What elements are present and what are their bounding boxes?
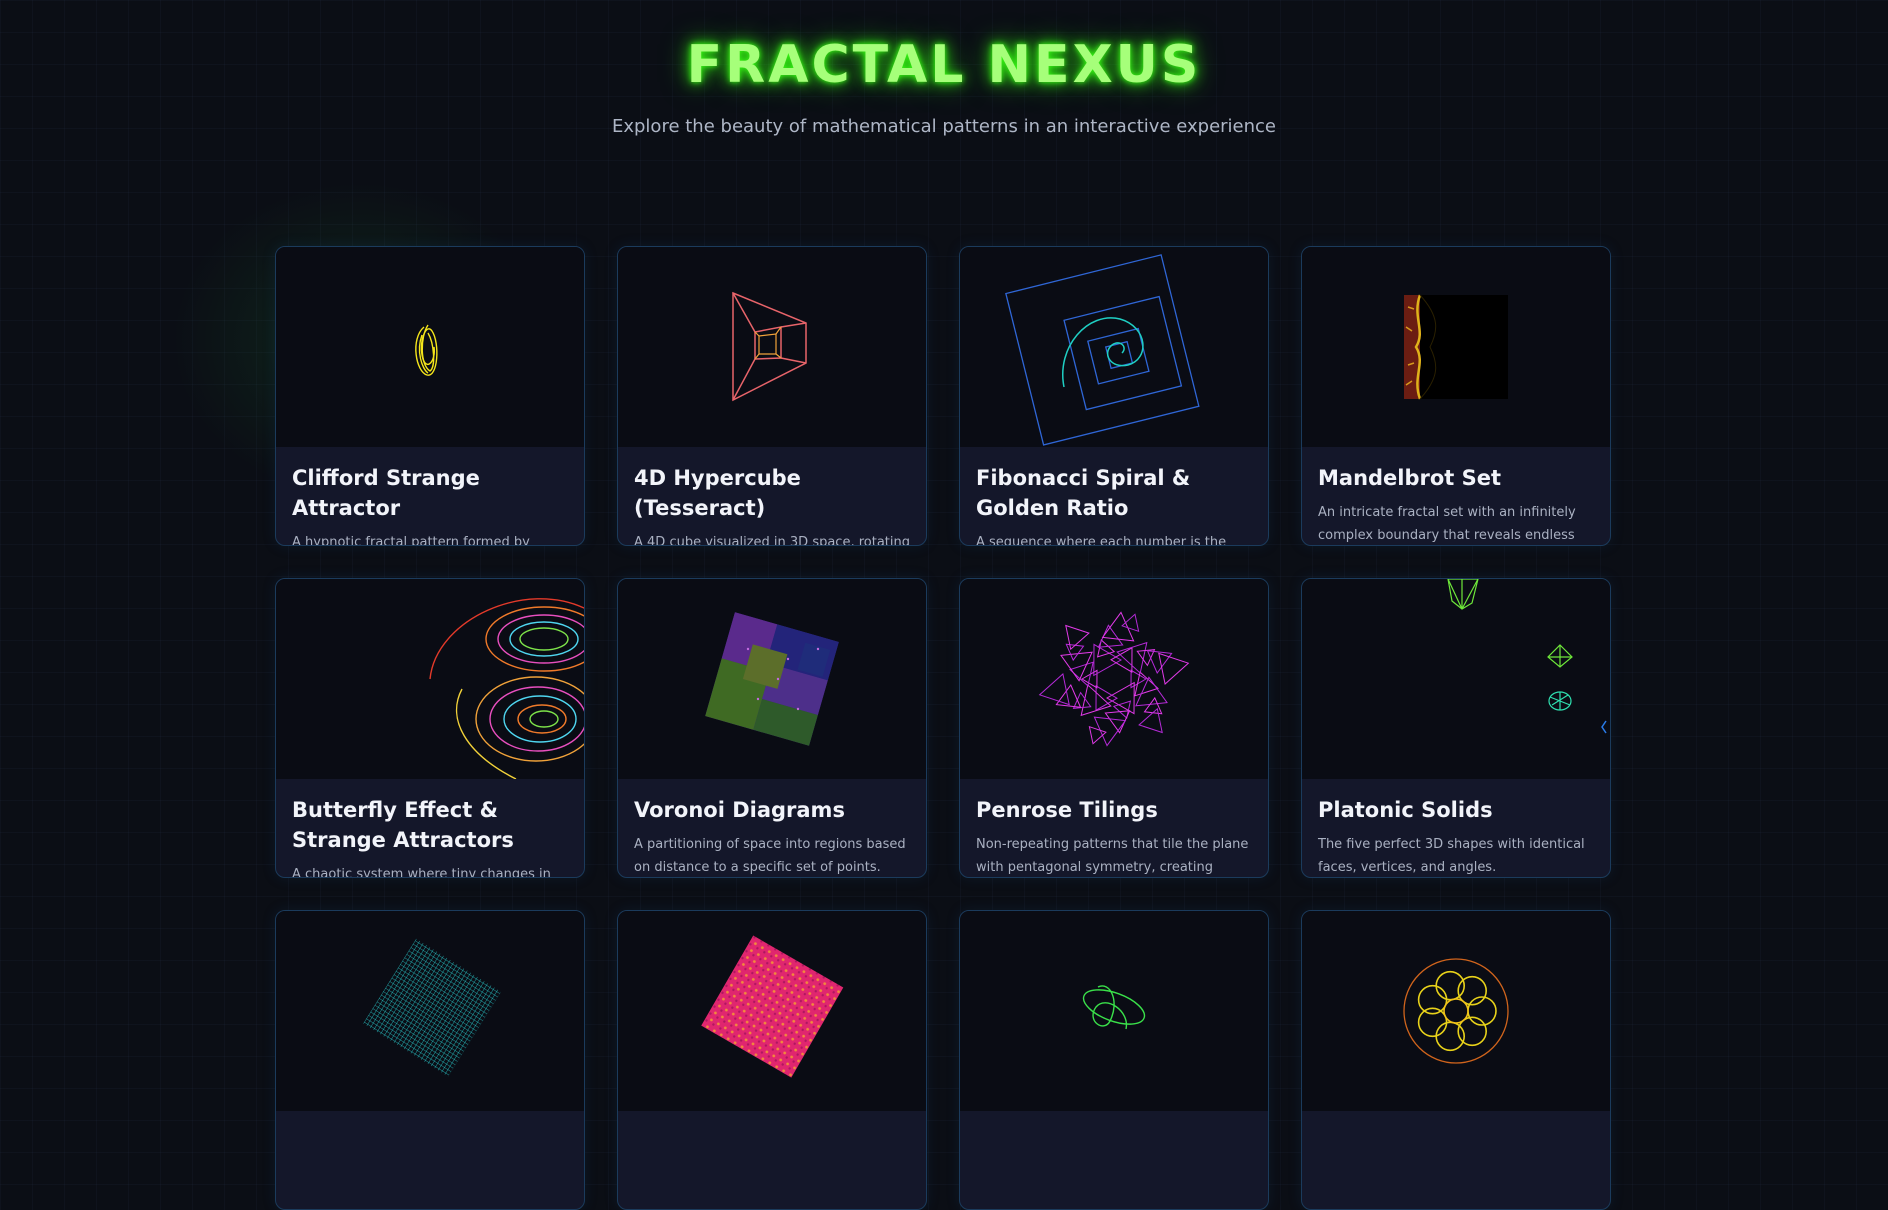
clifford-attractor-visual (276, 247, 584, 447)
card-tesseract[interactable]: 4D Hypercube (Tesseract) A 4D cube visua… (617, 246, 927, 546)
platonic-solids-visual (1302, 579, 1610, 779)
card-title: Penrose Tilings (976, 798, 1158, 822)
fractal-card-grid: Clifford Strange Attractor A hypnotic fr… (275, 246, 1612, 1210)
card-penrose[interactable]: Penrose Tilings Non-repeating patterns t… (959, 578, 1269, 878)
flower-fractal-visual (1302, 911, 1610, 1111)
page-title: FRACTAL NEXUS (686, 35, 1202, 95)
page-subtitle: Explore the beauty of mathematical patte… (611, 116, 1276, 137)
card-description: An intricate fractal set with an infinit… (1318, 505, 1576, 543)
card-flower-fractal[interactable] (1301, 910, 1611, 1210)
card-description: A sequence where each number is the sum … (976, 535, 1227, 546)
card-description: A 4D cube visualized in 3D space, rotati… (634, 535, 910, 546)
wave-mesh-visual (276, 911, 584, 1111)
fibonacci-spiral-visual (960, 247, 1268, 447)
card-title: Fibonacci Spiral & Golden Ratio (976, 466, 1191, 520)
card-title: Voronoi Diagrams (634, 798, 845, 822)
card-mandelbrot[interactable]: Mandelbrot Set An intricate fractal set … (1301, 246, 1611, 546)
card-noise-surface[interactable] (617, 910, 927, 1210)
lorenz-attractor-visual (276, 579, 584, 779)
page-header: FRACTAL NEXUS Explore the beauty of math… (0, 0, 1888, 140)
card-description: A chaotic system where tiny changes in i… (292, 867, 551, 878)
card-title: Platonic Solids (1318, 798, 1493, 822)
card-title: Mandelbrot Set (1318, 466, 1502, 490)
card-description: A partitioning of space into regions bas… (634, 837, 906, 875)
card-butterfly-effect[interactable]: Butterfly Effect & Strange Attractors A … (275, 578, 585, 878)
card-title: Clifford Strange Attractor (292, 466, 480, 520)
knot-visual (960, 911, 1268, 1111)
card-description: Non-repeating patterns that tile the pla… (976, 837, 1249, 875)
card-platonic-solids[interactable]: Platonic Solids The five perfect 3D shap… (1301, 578, 1611, 878)
mandelbrot-visual (1302, 247, 1610, 447)
card-voronoi[interactable]: Voronoi Diagrams A partitioning of space… (617, 578, 927, 878)
card-wave-mesh[interactable] (275, 910, 585, 1210)
tesseract-visual (618, 247, 926, 447)
card-description: The five perfect 3D shapes with identica… (1318, 837, 1585, 875)
card-title: Butterfly Effect & Strange Attractors (292, 798, 514, 852)
card-description: A hypnotic fractal pattern formed by ite… (292, 535, 530, 546)
card-knot[interactable] (959, 910, 1269, 1210)
card-fibonacci[interactable]: Fibonacci Spiral & Golden Ratio A sequen… (959, 246, 1269, 546)
card-title: 4D Hypercube (Tesseract) (634, 466, 801, 520)
voronoi-visual (618, 579, 926, 779)
card-clifford-attractor[interactable]: Clifford Strange Attractor A hypnotic fr… (275, 246, 585, 546)
penrose-visual (960, 579, 1268, 779)
noise-surface-visual (618, 911, 926, 1111)
